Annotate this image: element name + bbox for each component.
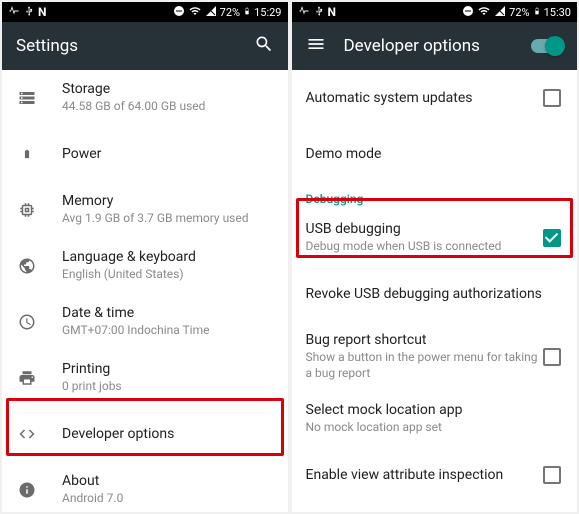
dnd-icon (173, 5, 185, 20)
checkbox[interactable] (543, 466, 561, 484)
item-label: Bug report shortcut (306, 332, 544, 348)
devoptions-list: Automatic system updates Demo mode Debug… (292, 70, 578, 512)
item-sub: Avg 1.9 GB of 3.7 GB memory used (62, 211, 272, 227)
devoptions-screen: N 72% 15:30 Developer options Automatic … (292, 2, 578, 512)
app-bar: Developer options (292, 22, 578, 70)
item-label: Enable view attribute inspection (306, 467, 544, 483)
activity-icon (8, 5, 20, 20)
print-icon (16, 369, 38, 387)
item-label: Date & time (62, 305, 272, 321)
checkbox[interactable] (543, 229, 561, 247)
item-label: Memory (62, 193, 272, 209)
item-sub: GMT+07:00 Indochina Time (62, 323, 272, 339)
item-label: Language & keyboard (62, 249, 272, 265)
settings-list: Storage 44.58 GB of 64.00 GB used Power M… (2, 70, 288, 512)
status-bar: N 72% 15:30 (292, 2, 578, 22)
checkbox[interactable] (543, 89, 561, 107)
item-label: Power (62, 146, 272, 162)
list-item-language[interactable]: Language & keyboard English (United State… (2, 238, 288, 294)
storage-icon (16, 89, 38, 107)
menu-icon[interactable] (306, 34, 326, 58)
item-label: Revoke USB debugging authorizations (306, 286, 562, 302)
list-item-bugreport[interactable]: Bug report shortcut Show a button in the … (292, 322, 578, 391)
item-sub: 0 print jobs (62, 379, 272, 395)
list-item-devoptions[interactable]: Developer options (2, 406, 288, 462)
n-icon: N (328, 5, 336, 19)
list-item-autoupdate[interactable]: Automatic system updates (292, 70, 578, 126)
settings-screen: N 72% 15:29 Settings Storage 44.58 GB of … (2, 2, 288, 512)
list-item-debugapp[interactable]: Select debug appNo debug application set (292, 503, 578, 512)
item-label: Storage (62, 81, 272, 97)
usb-icon (314, 5, 324, 20)
list-item-demomode[interactable]: Demo mode (292, 126, 578, 182)
item-sub: 44.58 GB of 64.00 GB used (62, 99, 272, 115)
wifi-icon (477, 5, 491, 20)
item-label: About (62, 473, 272, 489)
list-item-power[interactable]: Power (2, 126, 288, 182)
list-item-usbdebug[interactable]: USB debugging Debug mode when USB is conn… (292, 210, 578, 266)
item-label: Automatic system updates (306, 90, 544, 106)
item-label: Demo mode (306, 146, 562, 162)
item-label: USB debugging (306, 221, 544, 237)
battery-icon (243, 5, 251, 20)
item-sub: English (United States) (62, 267, 272, 283)
memory-icon (16, 201, 38, 219)
list-item-mockloc[interactable]: Select mock location app No mock location… (292, 391, 578, 447)
list-item-about[interactable]: About Android 7.0 (2, 462, 288, 512)
dnd-icon (462, 5, 474, 20)
clock-icon (16, 313, 38, 331)
code-icon (16, 425, 38, 443)
clock-text: 15:30 (544, 6, 571, 19)
wifi-icon (188, 5, 202, 20)
list-item-datetime[interactable]: Date & time GMT+07:00 Indochina Time (2, 294, 288, 350)
list-item-storage[interactable]: Storage 44.58 GB of 64.00 GB used (2, 70, 288, 126)
search-icon[interactable] (254, 34, 274, 58)
app-bar: Settings (2, 22, 288, 70)
item-label: Developer options (62, 426, 272, 442)
battery-percent: 72% (220, 6, 240, 19)
signal-icon (205, 5, 217, 20)
battery-icon (533, 5, 541, 20)
list-item-viewattr[interactable]: Enable view attribute inspection (292, 447, 578, 503)
usb-icon (24, 5, 34, 20)
item-sub: No mock location app set (306, 420, 562, 436)
item-sub: Show a button in the power menu for taki… (306, 350, 544, 381)
battery-icon (16, 145, 38, 163)
signal-icon (494, 5, 506, 20)
battery-percent: 72% (509, 6, 529, 19)
page-title: Settings (16, 36, 236, 56)
item-sub: Debug mode when USB is connected (306, 239, 544, 255)
globe-icon (16, 257, 38, 275)
page-title: Developer options (344, 36, 514, 56)
info-icon (16, 481, 38, 499)
n-icon: N (38, 5, 46, 19)
item-label: Printing (62, 361, 272, 377)
list-item-revoke[interactable]: Revoke USB debugging authorizations (292, 266, 578, 322)
activity-icon (298, 5, 310, 20)
status-bar: N 72% 15:29 (2, 2, 288, 22)
checkbox[interactable] (543, 348, 561, 366)
item-label: Select mock location app (306, 402, 562, 418)
master-toggle[interactable] (531, 39, 563, 53)
clock-text: 15:29 (254, 6, 281, 19)
item-sub: Android 7.0 (62, 491, 272, 507)
list-item-memory[interactable]: Memory Avg 1.9 GB of 3.7 GB memory used (2, 182, 288, 238)
list-item-printing[interactable]: Printing 0 print jobs (2, 350, 288, 406)
section-debugging: Debugging (292, 182, 578, 210)
